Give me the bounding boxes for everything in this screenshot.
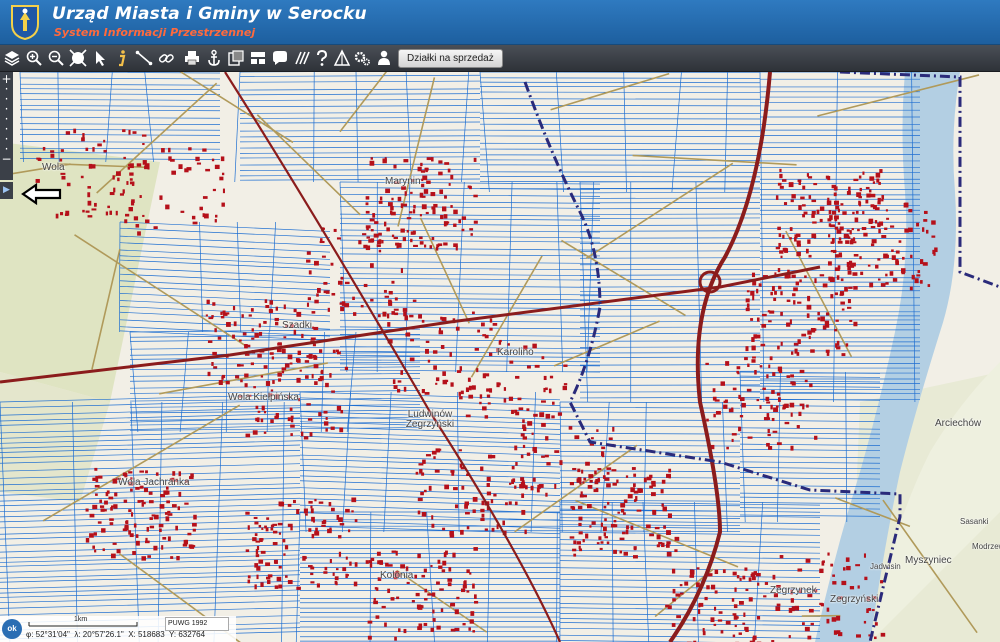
layout-icon[interactable] [248,48,268,68]
toolbar: Działki na sprzedaż [0,45,1000,72]
user-location-icon[interactable] [374,48,394,68]
zoom-in-icon[interactable] [24,48,44,68]
y-coordinate: Y: 632764 [169,630,206,639]
latitude-value: φ: 52°31'04" [26,630,70,639]
triangle-icon[interactable] [332,48,352,68]
hatch-icon[interactable] [292,48,312,68]
map-label: Karolino [497,347,534,358]
map-label: Myszyniec [905,555,952,566]
map-label: Zegrzynek [770,585,817,596]
select-arrow-icon[interactable] [90,48,110,68]
info-icon[interactable] [112,48,132,68]
app-header: Urząd Miasta i Gminy w Serocku System In… [0,0,1000,45]
map-label: Ludwinów Zegrzyński [405,409,455,430]
map-canvas[interactable]: Wola Marynin Szadki Karolino Wola Kiełpi… [0,72,1000,642]
map-label: Modrzewie [972,542,1000,551]
expand-panel-button[interactable]: ▶ [0,182,13,199]
layers-icon[interactable] [2,48,22,68]
zoom-out-button[interactable]: − [0,153,13,165]
map-label: Wola Kiełpińska [228,392,299,403]
link-icon[interactable] [156,48,176,68]
zoom-slider[interactable]: + · · · · · · · − [0,72,13,180]
gears-icon[interactable] [352,48,372,68]
longitude-value: λ: 20°57'26.1" [74,630,124,639]
print-icon[interactable] [182,48,202,68]
map-label: Zegrzyński [830,594,879,605]
map-label: Sasanki [960,517,989,526]
status-bar: ok 1km PUWG 1992 φ: 52°31'04" λ: 20°57'2… [0,616,236,642]
map-label: Szadki [282,320,313,331]
ok-button[interactable]: ok [2,619,22,639]
help-icon[interactable] [312,48,332,68]
anchor-icon[interactable] [204,48,224,68]
export-icon[interactable] [226,48,246,68]
coat-of-arms-logo [11,5,39,40]
bubble-icon[interactable] [270,48,290,68]
map-label: Jadwisin [870,562,901,571]
zoom-out-icon[interactable] [46,48,66,68]
app-title: Urząd Miasta i Gminy w Serocku [52,4,367,24]
map-label: Wola [42,162,65,173]
scale-label: 1km [74,616,88,623]
parcels-for-sale-button[interactable]: Działki na sprzedaż [398,49,503,68]
map-label: Marynin [385,176,421,187]
map-label: Arciechów [935,418,982,429]
measure-distance-icon[interactable] [134,48,154,68]
app-subtitle: System Informacji Przestrzennej [54,26,256,39]
crs-select[interactable]: PUWG 1992 [165,617,229,631]
x-coordinate: X: 518683 [128,630,165,639]
full-extent-icon[interactable] [68,48,88,68]
map-label: Wola Jachranka [118,477,190,488]
map-label: Kolonia [380,570,414,581]
pointer-arrow-icon [21,182,62,206]
coordinates-readout: φ: 52°31'04" λ: 20°57'26.1" X: 518683 Y:… [26,630,205,639]
